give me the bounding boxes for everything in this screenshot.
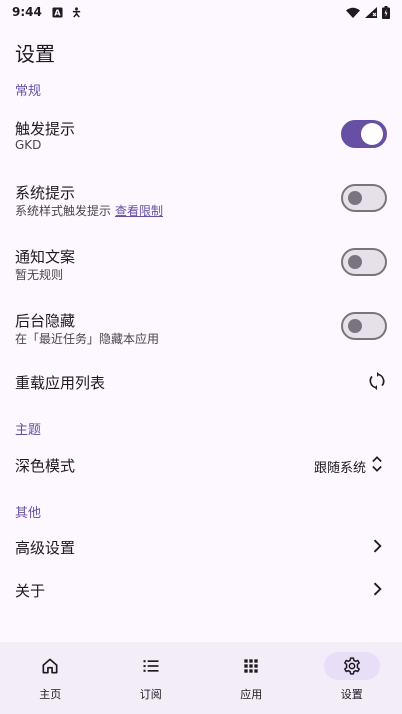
toggle-thumb	[361, 123, 383, 145]
system-hint-toggle[interactable]	[341, 184, 387, 212]
nav-item-apps[interactable]: 应用	[201, 642, 302, 714]
home-icon	[42, 658, 58, 674]
dark-mode-value[interactable]: 跟随系统	[314, 457, 366, 476]
notification-a-icon: A	[52, 6, 63, 17]
page-title: 设置	[15, 42, 55, 66]
nav-label: 订阅	[139, 688, 162, 701]
view-limits-link[interactable]: 查看限制	[115, 204, 163, 218]
setting-title: 重载应用列表	[15, 374, 106, 392]
setting-title: 通知文案	[15, 248, 76, 266]
setting-title: 关于	[15, 582, 46, 600]
setting-title: 系统提示	[15, 184, 76, 202]
nav-item-subscriptions[interactable]: 订阅	[101, 642, 202, 714]
setting-subtitle-wrap: 系统样式触发提示 查看限制	[15, 202, 163, 219]
toggle-thumb	[348, 319, 362, 333]
setting-row-dark-mode[interactable]: 深色模式 跟随系统	[0, 438, 402, 490]
setting-subtitle: 在「最近任务」隐藏本应用	[15, 332, 160, 346]
wifi-icon	[346, 7, 360, 18]
nav-pill	[22, 652, 78, 680]
setting-subtitle: GKD	[15, 138, 42, 152]
setting-row-reload-apps[interactable]: 重载应用列表	[0, 355, 402, 407]
status-bar: 9:44 A	[0, 0, 402, 24]
setting-row-notification-text[interactable]: 通知文案 暂无规则	[0, 236, 402, 292]
status-time: 9:44	[12, 5, 42, 19]
setting-row-system-hint[interactable]: 系统提示 系统样式触发提示 查看限制	[0, 172, 402, 228]
setting-title: 高级设置	[15, 539, 76, 557]
setting-row-trigger-hint[interactable]: 触发提示 GKD	[0, 108, 402, 164]
nav-pill-active	[323, 652, 380, 680]
cellular-signal-icon	[365, 6, 377, 18]
setting-title: 后台隐藏	[15, 312, 76, 330]
nav-label: 应用	[240, 688, 263, 701]
battery-icon	[382, 5, 390, 19]
status-right-icons	[346, 5, 390, 19]
nav-pill	[123, 652, 179, 680]
gear-icon	[343, 657, 360, 675]
svg-text:A: A	[54, 7, 61, 17]
section-header-general: 常规	[15, 84, 42, 99]
accessibility-icon	[72, 6, 81, 18]
nav-label: 设置	[340, 688, 363, 701]
nav-item-settings[interactable]: 设置	[302, 642, 402, 714]
refresh-icon[interactable]	[367, 371, 387, 391]
setting-title: 触发提示	[15, 120, 76, 138]
setting-row-about[interactable]: 关于	[0, 564, 402, 614]
trigger-hint-toggle[interactable]	[341, 120, 387, 148]
nav-pill	[223, 652, 279, 680]
nav-label: 主页	[39, 688, 62, 701]
chevron-right-icon	[373, 539, 382, 553]
chevron-right-icon	[373, 582, 382, 596]
notification-text-toggle[interactable]	[341, 248, 387, 276]
apps-grid-icon	[244, 659, 258, 673]
toggle-thumb	[348, 191, 362, 205]
list-icon	[143, 660, 159, 672]
setting-subtitle: 系统样式触发提示	[15, 204, 112, 218]
section-header-other: 其他	[15, 506, 42, 521]
background-hide-toggle[interactable]	[341, 312, 387, 340]
nav-item-home[interactable]: 主页	[0, 642, 101, 714]
setting-title: 深色模式	[15, 457, 76, 475]
bottom-navigation: 主页 订阅 应用 设置	[0, 642, 402, 714]
setting-row-background-hide[interactable]: 后台隐藏 在「最近任务」隐藏本应用	[0, 300, 402, 356]
section-header-theme: 主题	[15, 423, 42, 438]
toggle-thumb	[348, 255, 362, 269]
setting-subtitle: 暂无规则	[15, 268, 64, 282]
unfold-icon[interactable]	[367, 454, 387, 474]
